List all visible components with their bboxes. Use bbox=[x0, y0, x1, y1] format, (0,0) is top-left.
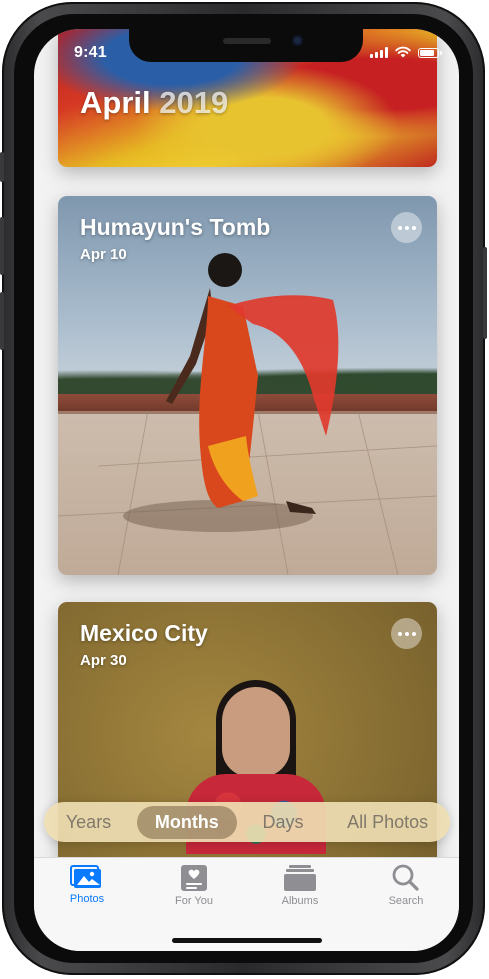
more-dot-icon bbox=[397, 225, 402, 230]
more-dot-icon bbox=[411, 631, 416, 636]
segment-months[interactable]: Months bbox=[136, 805, 237, 839]
more-dot-icon bbox=[404, 225, 409, 230]
tab-label: Albums bbox=[281, 895, 319, 907]
screen: 9:41 April 2019 Humayun's Tomb Apr 10 Me… bbox=[34, 29, 459, 951]
home-indicator[interactable] bbox=[172, 938, 322, 943]
tab-albums[interactable]: Albums bbox=[260, 864, 340, 907]
card-title: Humayun's Tomb bbox=[80, 214, 271, 240]
tab-label: Photos bbox=[69, 893, 105, 905]
segment-all-photos[interactable]: All Photos bbox=[329, 806, 446, 839]
tab-search[interactable]: Search bbox=[366, 864, 446, 907]
speaker bbox=[223, 38, 271, 44]
wifi-icon bbox=[395, 46, 411, 58]
card-humayuns-tomb[interactable]: Humayun's Tomb Apr 10 bbox=[58, 196, 437, 575]
view-selector: Years Months Days All Photos bbox=[44, 802, 450, 842]
more-dot-icon bbox=[404, 631, 409, 636]
search-icon bbox=[392, 864, 419, 891]
more-options-button[interactable] bbox=[391, 618, 422, 649]
tab-label: Search bbox=[388, 895, 424, 907]
card-date: Apr 30 bbox=[80, 652, 127, 669]
volume-up-button bbox=[0, 217, 4, 275]
status-time: 9:41 bbox=[74, 44, 107, 61]
silent-switch bbox=[0, 152, 4, 182]
photos-icon bbox=[70, 865, 101, 888]
segment-years[interactable]: Years bbox=[48, 806, 129, 839]
phone-frame: 9:41 April 2019 Humayun's Tomb Apr 10 Me… bbox=[0, 2, 487, 975]
cellular-signal-icon bbox=[370, 47, 388, 58]
more-dot-icon bbox=[411, 225, 416, 230]
card-title: Mexico City bbox=[80, 620, 208, 646]
tab-bar: Photos For You Albums Search bbox=[34, 857, 459, 951]
side-button bbox=[483, 247, 487, 339]
albums-icon bbox=[284, 865, 316, 891]
tab-for-you[interactable]: For You bbox=[154, 864, 234, 907]
battery-level bbox=[420, 50, 434, 56]
battery-icon bbox=[418, 48, 442, 58]
volume-down-button bbox=[0, 292, 4, 350]
tab-photos[interactable]: Photos bbox=[47, 864, 127, 905]
card-title: April 2019 bbox=[80, 85, 228, 121]
title-month: April bbox=[80, 85, 151, 120]
segment-days[interactable]: Days bbox=[244, 806, 321, 839]
status-icons bbox=[370, 46, 442, 58]
card-date: Apr 10 bbox=[80, 246, 127, 263]
front-camera bbox=[292, 35, 303, 46]
title-year: 2019 bbox=[159, 85, 229, 120]
for-you-icon bbox=[181, 865, 207, 891]
tab-label: For You bbox=[175, 895, 213, 907]
more-dot-icon bbox=[397, 631, 402, 636]
more-options-button[interactable] bbox=[391, 212, 422, 243]
notch bbox=[129, 29, 363, 62]
photo-face bbox=[222, 687, 290, 777]
